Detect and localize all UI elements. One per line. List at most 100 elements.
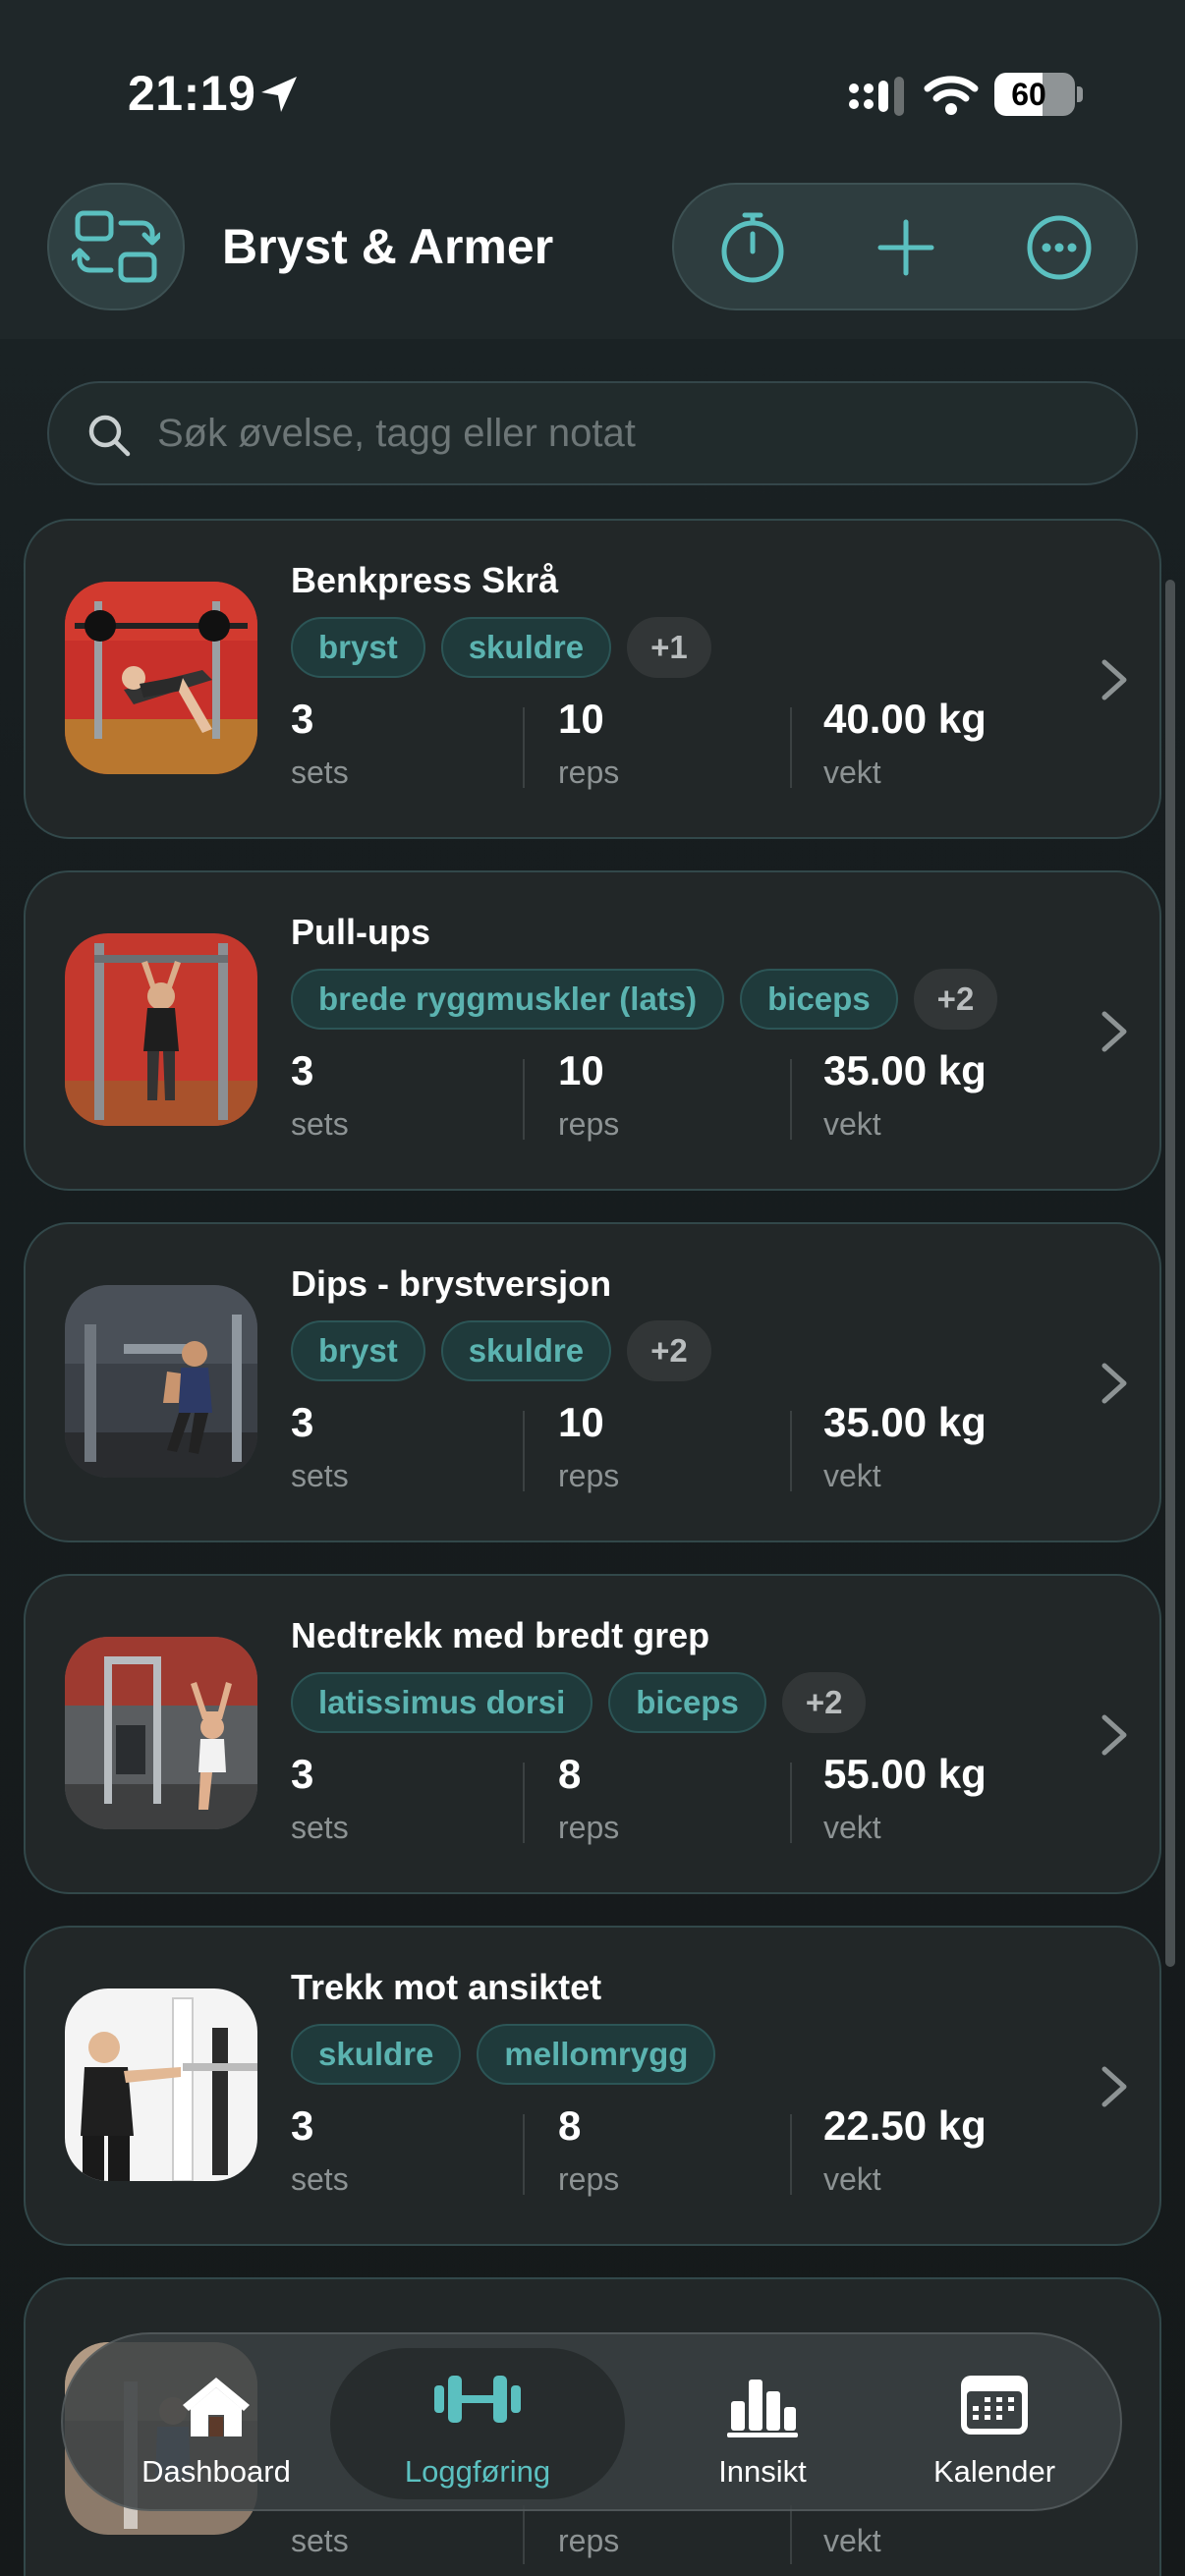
exercise-card[interactable]: Pull-ups brede ryggmuskler (lats) biceps… bbox=[24, 870, 1161, 1191]
sets-label: sets bbox=[291, 1810, 349, 1845]
home-icon bbox=[183, 2378, 250, 2436]
timer-button[interactable] bbox=[711, 206, 794, 289]
tab-label: Kalender bbox=[932, 2454, 1056, 2489]
more-tags-badge[interactable]: +2 bbox=[627, 1320, 711, 1381]
muscle-tag[interactable]: latissimus dorsi bbox=[291, 1672, 593, 1733]
muscle-tag[interactable]: bryst bbox=[291, 1320, 425, 1381]
bottom-tab-bar: Dashboard Loggføring Innsikt Kalender bbox=[61, 2332, 1122, 2511]
divider bbox=[523, 2505, 525, 2564]
weight-stat: 35.00 kg vekt bbox=[823, 1399, 987, 1494]
more-options-button[interactable] bbox=[1018, 206, 1100, 289]
sets-value: 3 bbox=[291, 696, 314, 742]
tab-label: Loggføring bbox=[404, 2454, 551, 2489]
reps-label: reps bbox=[558, 1458, 620, 1493]
weight-stat: 55.00 kg vekt bbox=[823, 1751, 987, 1846]
chevron-right-icon bbox=[1101, 1363, 1127, 1404]
sets-label: sets bbox=[291, 755, 349, 790]
chevron-right-icon bbox=[1101, 659, 1127, 700]
exercise-thumbnail bbox=[65, 1285, 257, 1478]
stopwatch-icon bbox=[721, 212, 784, 283]
reps-stat: 10 reps bbox=[558, 1399, 619, 1494]
reps-stat: 10 reps bbox=[558, 1047, 619, 1143]
reps-stat: 8 reps bbox=[558, 1751, 619, 1846]
sets-stat: 3 sets bbox=[291, 1047, 349, 1143]
sets-value: 3 bbox=[291, 2102, 314, 2149]
divider bbox=[790, 2114, 792, 2195]
weight-value: 40.00 kg bbox=[823, 696, 987, 742]
reps-value: 10 bbox=[558, 1047, 604, 1093]
search-icon bbox=[88, 415, 131, 457]
status-time: 21:19 bbox=[128, 66, 256, 121]
muscle-tag[interactable]: skuldre bbox=[440, 617, 612, 678]
muscle-tag[interactable]: skuldre bbox=[291, 2024, 462, 2085]
battery-percent: 60 bbox=[1011, 77, 1046, 112]
weight-label: vekt bbox=[823, 2161, 881, 2197]
calendar-icon bbox=[961, 2376, 1028, 2435]
divider bbox=[790, 1763, 792, 1843]
exercise-thumbnail bbox=[65, 582, 257, 774]
page-title: Bryst & Armer bbox=[222, 219, 554, 274]
exercise-name: Nedtrekk med bredt grep bbox=[291, 1615, 710, 1655]
divider bbox=[523, 1059, 525, 1140]
divider bbox=[790, 2505, 792, 2564]
exercise-tags: skuldre mellomrygg bbox=[291, 2024, 716, 2085]
weight-label: vekt bbox=[823, 1810, 881, 1845]
weight-label: vekt bbox=[823, 1458, 881, 1493]
exercise-name: Dips - brystversjon bbox=[291, 1263, 612, 1304]
more-tags-badge[interactable]: +2 bbox=[781, 1672, 867, 1733]
exercise-card[interactable]: Dips - brystversjon bryst skuldre +2 3 s… bbox=[24, 1222, 1161, 1542]
reps-label: reps bbox=[558, 755, 620, 790]
tab-kalender[interactable]: Kalender bbox=[896, 2334, 1093, 2513]
tab-loggforing[interactable]: Loggføring bbox=[330, 2348, 625, 2499]
tab-label: Dashboard bbox=[141, 2454, 291, 2489]
more-icon bbox=[1027, 215, 1092, 280]
exercise-card[interactable]: Nedtrekk med bredt grep latissimus dorsi… bbox=[24, 1574, 1161, 1894]
more-tags-badge[interactable]: +1 bbox=[627, 617, 711, 678]
weight-stat: 40.00 kg vekt bbox=[823, 696, 987, 791]
exercise-card[interactable]: Trekk mot ansiktet skuldre mellomrygg 3 … bbox=[24, 1926, 1161, 2246]
weight-value: 35.00 kg bbox=[823, 1399, 987, 1445]
weight-value: 35.00 kg bbox=[823, 1047, 987, 1093]
sets-stat: 3 sets bbox=[291, 1751, 349, 1846]
weight-value: 22.50 kg bbox=[823, 2102, 987, 2149]
divider bbox=[523, 707, 525, 788]
header-actions bbox=[672, 183, 1138, 310]
tab-innsikt[interactable]: Innsikt bbox=[664, 2334, 861, 2513]
plus-icon bbox=[877, 219, 934, 276]
muscle-tag[interactable]: brede ryggmuskler (lats) bbox=[291, 969, 725, 1030]
exercise-tags: brede ryggmuskler (lats) biceps +2 bbox=[291, 969, 998, 1030]
reps-label: reps bbox=[558, 2161, 620, 2197]
muscle-tag[interactable]: biceps bbox=[740, 969, 898, 1030]
reps-value: 8 bbox=[558, 1751, 582, 1797]
reps-label: reps bbox=[558, 2523, 620, 2558]
muscle-tag[interactable]: skuldre bbox=[440, 1320, 612, 1381]
divider bbox=[523, 1411, 525, 1491]
exercise-thumbnail bbox=[65, 1988, 257, 2181]
muscle-tag[interactable]: mellomrygg bbox=[477, 2024, 716, 2085]
weight-stat: 22.50 kg vekt bbox=[823, 2102, 987, 2198]
weight-label: vekt bbox=[823, 755, 881, 790]
chevron-right-icon bbox=[1101, 2066, 1127, 2107]
tab-dashboard[interactable]: Dashboard bbox=[98, 2334, 334, 2513]
sets-label: sets bbox=[291, 1106, 349, 1142]
reps-stat: 10 reps bbox=[558, 696, 619, 791]
switch-workout-button[interactable] bbox=[47, 183, 185, 310]
exercise-thumbnail bbox=[65, 933, 257, 1126]
muscle-tag[interactable]: biceps bbox=[608, 1672, 766, 1733]
reps-label: reps bbox=[558, 1810, 620, 1845]
reps-value: 8 bbox=[558, 2102, 582, 2149]
search-input[interactable] bbox=[157, 383, 1100, 483]
location-arrow-icon bbox=[261, 77, 297, 112]
search-bar[interactable] bbox=[47, 381, 1138, 485]
cellular-signal-icon bbox=[849, 77, 904, 116]
exercise-card[interactable]: Benkpress Skrå bryst skuldre +1 3 sets 1… bbox=[24, 519, 1161, 839]
battery-indicator: 60 bbox=[994, 73, 1083, 116]
muscle-tag[interactable]: bryst bbox=[291, 617, 425, 678]
more-tags-badge[interactable]: +2 bbox=[913, 969, 998, 1030]
wifi-icon bbox=[924, 76, 979, 115]
add-exercise-button[interactable] bbox=[865, 206, 947, 289]
sets-stat: 3 sets bbox=[291, 1399, 349, 1494]
tab-label: Innsikt bbox=[718, 2454, 807, 2489]
weight-label: vekt bbox=[823, 2523, 881, 2558]
scroll-indicator[interactable] bbox=[1165, 580, 1175, 1967]
